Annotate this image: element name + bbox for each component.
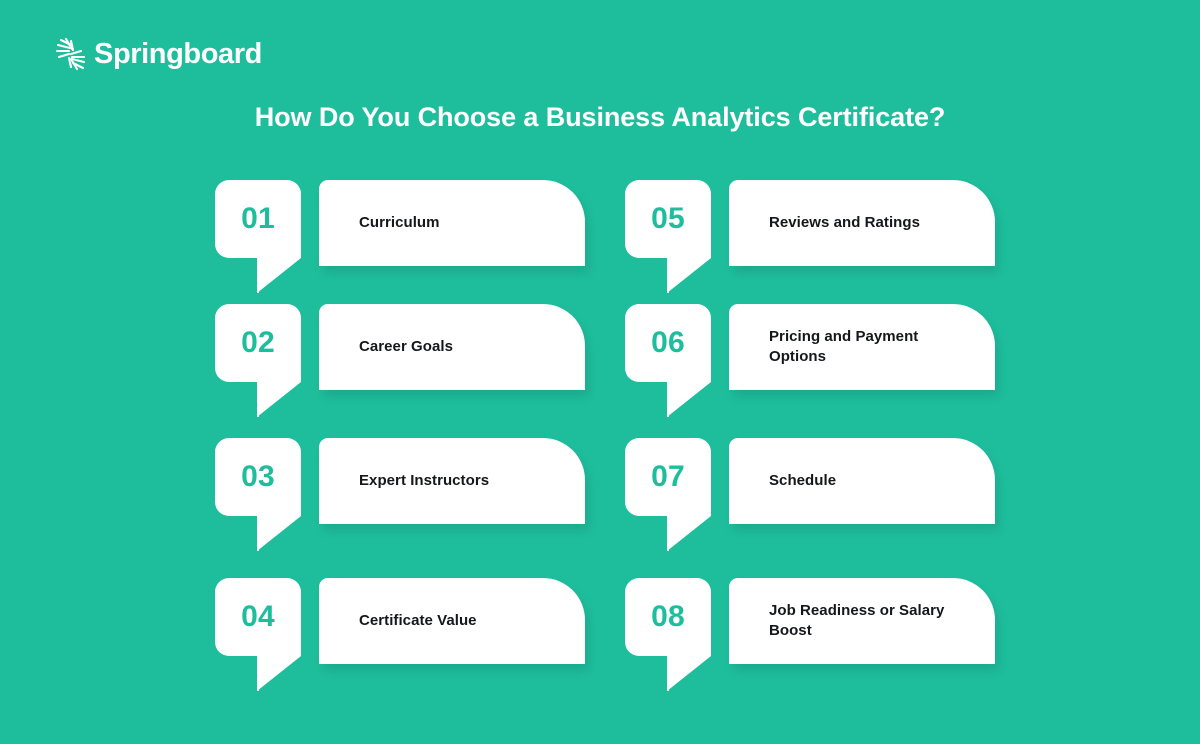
step-label: Reviews and Ratings <box>769 213 920 231</box>
step-item-02: 02 Career Goals <box>215 304 585 419</box>
step-item-07: 07 Schedule <box>625 438 995 553</box>
step-number-badge: 02 <box>215 304 301 418</box>
step-card: Schedule <box>729 438 995 524</box>
step-card: Job Readiness or Salary Boost <box>729 578 995 664</box>
step-label: Certificate Value <box>359 611 477 629</box>
step-label: Job Readiness or Salary Boost <box>769 601 945 639</box>
step-item-01: 01 Curriculum <box>215 180 585 295</box>
step-label: Expert Instructors <box>359 471 490 489</box>
step-number-badge: 07 <box>625 438 711 552</box>
step-label: Pricing and Payment Options <box>769 327 919 365</box>
step-card: Curriculum <box>319 180 585 266</box>
step-label: Career Goals <box>359 337 453 355</box>
step-number-badge: 05 <box>625 180 711 294</box>
brand-logo: Springboard <box>55 31 262 77</box>
step-card: Expert Instructors <box>319 438 585 524</box>
step-label: Schedule <box>769 471 837 489</box>
infographic-canvas: Springboard How Do You Choose a Business… <box>0 0 1200 744</box>
step-item-06: 06 Pricing and Payment Options <box>625 304 995 419</box>
springboard-starburst-icon <box>55 37 86 71</box>
step-item-03: 03 Expert Instructors <box>215 438 585 553</box>
step-item-08: 08 Job Readiness or Salary Boost <box>625 578 995 693</box>
steps-grid: 01 Curriculum 02 Career Goals 03 Expert … <box>215 180 995 691</box>
page-title: How Do You Choose a Business Analytics C… <box>254 102 946 132</box>
brand-name: Springboard <box>94 37 262 70</box>
step-card: Reviews and Ratings <box>729 180 995 266</box>
step-card: Certificate Value <box>319 578 585 664</box>
step-number-badge: 08 <box>625 578 711 692</box>
step-number-badge: 03 <box>215 438 301 552</box>
step-card: Career Goals <box>319 304 585 390</box>
step-number-badge: 01 <box>215 180 301 294</box>
step-card: Pricing and Payment Options <box>729 304 995 390</box>
step-number-badge: 04 <box>215 578 301 692</box>
step-item-04: 04 Certificate Value <box>215 578 585 693</box>
step-number-badge: 06 <box>625 304 711 418</box>
step-item-05: 05 Reviews and Ratings <box>625 180 995 295</box>
step-label: Curriculum <box>359 213 440 231</box>
